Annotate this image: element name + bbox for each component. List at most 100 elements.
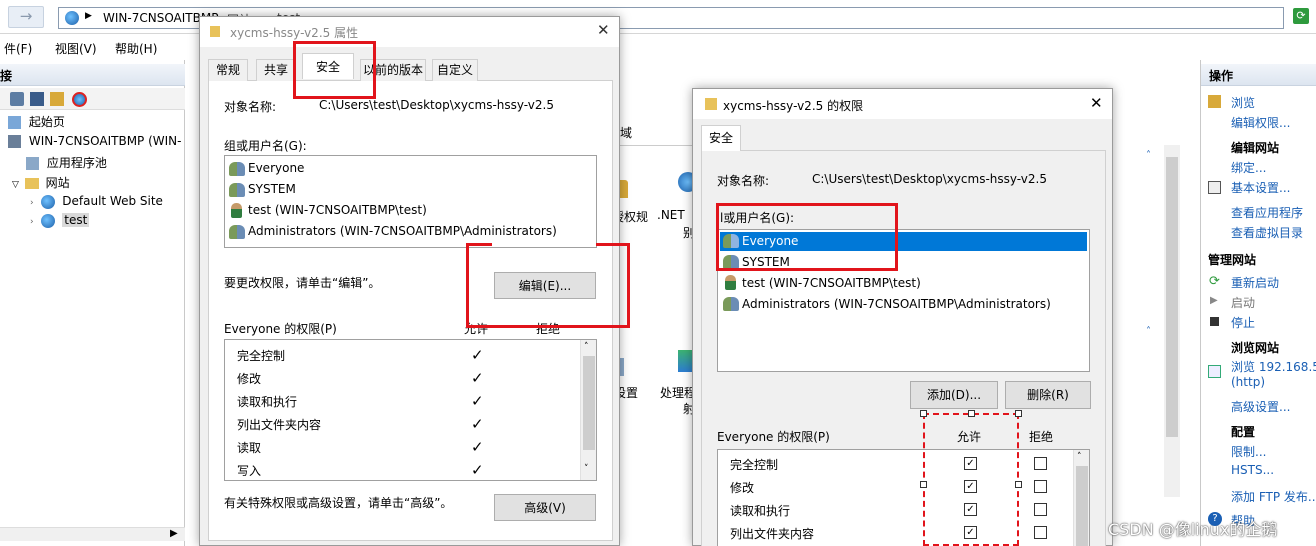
check-icon: ✓ <box>471 461 484 479</box>
user-name: Administrators (WIN-7CNSOAITBMP\Administ… <box>248 224 557 238</box>
user-name: Everyone <box>248 161 305 175</box>
tab-sharing[interactable]: 共享 <box>256 59 296 81</box>
action-browse-url[interactable]: 浏览 192.168.5 <box>1231 358 1316 375</box>
group-icon <box>723 297 739 311</box>
tree-item-server[interactable]: WIN-7CNSOAITBMP (WIN- <box>8 134 182 148</box>
perm-full-control: 完全控制 <box>730 458 779 472</box>
back-button[interactable]: → <box>8 6 44 28</box>
permissions-scrollbar[interactable]: ˄ ˅ <box>580 340 596 480</box>
action-bindings[interactable]: 绑定... <box>1231 159 1266 176</box>
action-browse[interactable]: 浏览 <box>1231 94 1255 111</box>
menu-file[interactable]: 件(F) <box>4 40 32 57</box>
restart-icon: ⟳ <box>1209 274 1220 289</box>
scroll-thumb[interactable] <box>1166 157 1178 437</box>
action-limits[interactable]: 限制... <box>1231 443 1266 460</box>
perm-modify: 修改 <box>730 481 755 495</box>
permissions-dialog-title: xycms-hssy-v2.5 的权限 <box>723 99 864 113</box>
disconnect-icon[interactable] <box>72 92 87 107</box>
scroll-thumb[interactable] <box>1076 466 1088 546</box>
tree-label: 起始页 <box>28 115 65 129</box>
tab-general[interactable]: 常规 <box>208 59 248 81</box>
deny-modify-checkbox[interactable] <box>1034 480 1047 493</box>
tab-customize[interactable]: 自定义 <box>432 59 478 81</box>
actions-header: 操作 <box>1201 64 1316 86</box>
connections-panel <box>0 60 185 546</box>
add-button[interactable]: 添加(D)... <box>910 381 998 409</box>
center-group-title: 域 <box>620 126 633 140</box>
tree-item-default-site[interactable]: › Default Web Site <box>30 194 163 209</box>
user-item-administrators[interactable]: Administrators (WIN-7CNSOAITBMP\Administ… <box>229 223 593 242</box>
chevron-down-icon[interactable]: ▽ <box>12 180 19 190</box>
action-view-vdirs[interactable]: 查看虚拟目录 <box>1231 224 1303 241</box>
connections-toolbar <box>0 88 185 110</box>
action-advanced-settings[interactable]: 高级设置... <box>1231 398 1290 415</box>
scroll-down-icon[interactable]: ˅ <box>584 464 589 474</box>
menu-view[interactable]: 视图(V) <box>55 40 97 57</box>
connect-icon[interactable] <box>10 92 24 106</box>
user-item-everyone[interactable]: Everyone <box>229 160 593 179</box>
section-edit-site: 编辑网站 <box>1231 141 1280 155</box>
tree-label: 网站 <box>45 176 70 190</box>
center-scrollbar[interactable] <box>1164 145 1180 497</box>
close-icon[interactable]: ✕ <box>597 21 610 39</box>
action-edit-permissions[interactable]: 编辑权限... <box>1231 114 1290 131</box>
user-item-test[interactable]: test (WIN-7CNSOAITBMP\test) <box>229 202 593 221</box>
connections-title: 接 <box>0 69 13 83</box>
section-browse-site: 浏览网站 <box>1231 341 1280 355</box>
scroll-right-icon[interactable]: ▶ <box>170 528 178 539</box>
advanced-button[interactable]: 高级(V) <box>494 494 596 521</box>
close-icon[interactable]: ✕ <box>1090 94 1103 112</box>
tab-security[interactable]: 安全 <box>701 125 741 151</box>
action-restart[interactable]: 重新启动 <box>1231 274 1279 291</box>
perm-read-execute: 读取和执行 <box>237 395 298 409</box>
folder-up-icon[interactable] <box>50 92 64 106</box>
user-name: test (WIN-7CNSOAITBMP\test) <box>248 203 427 217</box>
permissions-scrollbar[interactable]: ˄ <box>1073 450 1089 546</box>
group-user-label: 组或用户名(G): <box>224 139 307 153</box>
action-basic-settings[interactable]: 基本设置... <box>1231 179 1290 196</box>
perm-list-folder: 列出文件夹内容 <box>730 527 815 541</box>
selection-handle <box>1015 410 1022 417</box>
action-browse-url-protocol[interactable]: (http) <box>1231 375 1265 389</box>
action-stop[interactable]: 停止 <box>1231 314 1255 331</box>
menu-help[interactable]: 帮助(H) <box>115 40 157 57</box>
action-view-apps[interactable]: 查看应用程序 <box>1231 204 1303 221</box>
user-item-test[interactable]: test (WIN-7CNSOAITBMP\test) <box>720 274 1087 293</box>
tree-item-sites[interactable]: ▽ 网站 <box>12 174 70 191</box>
highlight-allow-column <box>920 410 1022 546</box>
check-icon: ✓ <box>471 369 484 387</box>
tree-item-test[interactable]: › test <box>30 213 90 228</box>
feature-label-handler[interactable]: 处理程 <box>660 384 696 401</box>
permissions-list: 完全控制 ✓ 修改 ✓ 读取和执行 ✓ 列出文件夹内容 ✓ 读取 ✓ 写入 ✓ … <box>224 339 597 481</box>
remove-button[interactable]: 删除(R) <box>1005 381 1091 409</box>
save-icon[interactable] <box>30 92 44 106</box>
globe-icon <box>41 194 56 209</box>
user-list[interactable]: Everyone SYSTEM test (WIN-7CNSOAITBMP\te… <box>224 155 597 248</box>
feature-label-dotnet[interactable]: .NET <box>657 208 685 222</box>
object-name-label: 对象名称: <box>717 174 770 188</box>
start-page-icon <box>8 116 21 129</box>
user-icon <box>725 275 736 290</box>
tree-item-start-page[interactable]: 起始页 <box>8 113 65 130</box>
action-add-ftp[interactable]: 添加 FTP 发布... <box>1231 488 1316 505</box>
deny-full-control-checkbox[interactable] <box>1034 457 1047 470</box>
user-item-system[interactable]: SYSTEM <box>229 181 593 200</box>
tab-label: 常规 <box>215 63 240 77</box>
scroll-up-icon[interactable]: ˄ <box>1077 452 1082 462</box>
refresh-icon[interactable]: ⟳ <box>1293 8 1309 24</box>
collapse-icon[interactable]: ˄ <box>1146 326 1151 337</box>
scroll-thumb[interactable] <box>583 356 595 450</box>
action-start[interactable]: 启动 <box>1231 294 1255 311</box>
collapse-icon[interactable]: ˄ <box>1146 150 1151 161</box>
deny-read-execute-checkbox[interactable] <box>1034 503 1047 516</box>
deny-list-folder-checkbox[interactable] <box>1034 526 1047 539</box>
chevron-right-icon[interactable]: › <box>30 217 34 227</box>
chevron-right-icon[interactable]: › <box>30 198 34 208</box>
scroll-up-icon[interactable]: ˄ <box>584 342 589 352</box>
left-scrollbar[interactable]: ▶ <box>0 527 185 541</box>
chevron-right-icon: ▶ <box>85 11 92 21</box>
tree-item-app-pools[interactable]: 应用程序池 <box>26 154 107 171</box>
advanced-hint: 有关特殊权限或高级设置，请单击“高级”。 <box>224 496 453 510</box>
user-item-administrators[interactable]: Administrators (WIN-7CNSOAITBMP\Administ… <box>720 295 1087 314</box>
action-hsts[interactable]: HSTS... <box>1231 463 1274 477</box>
